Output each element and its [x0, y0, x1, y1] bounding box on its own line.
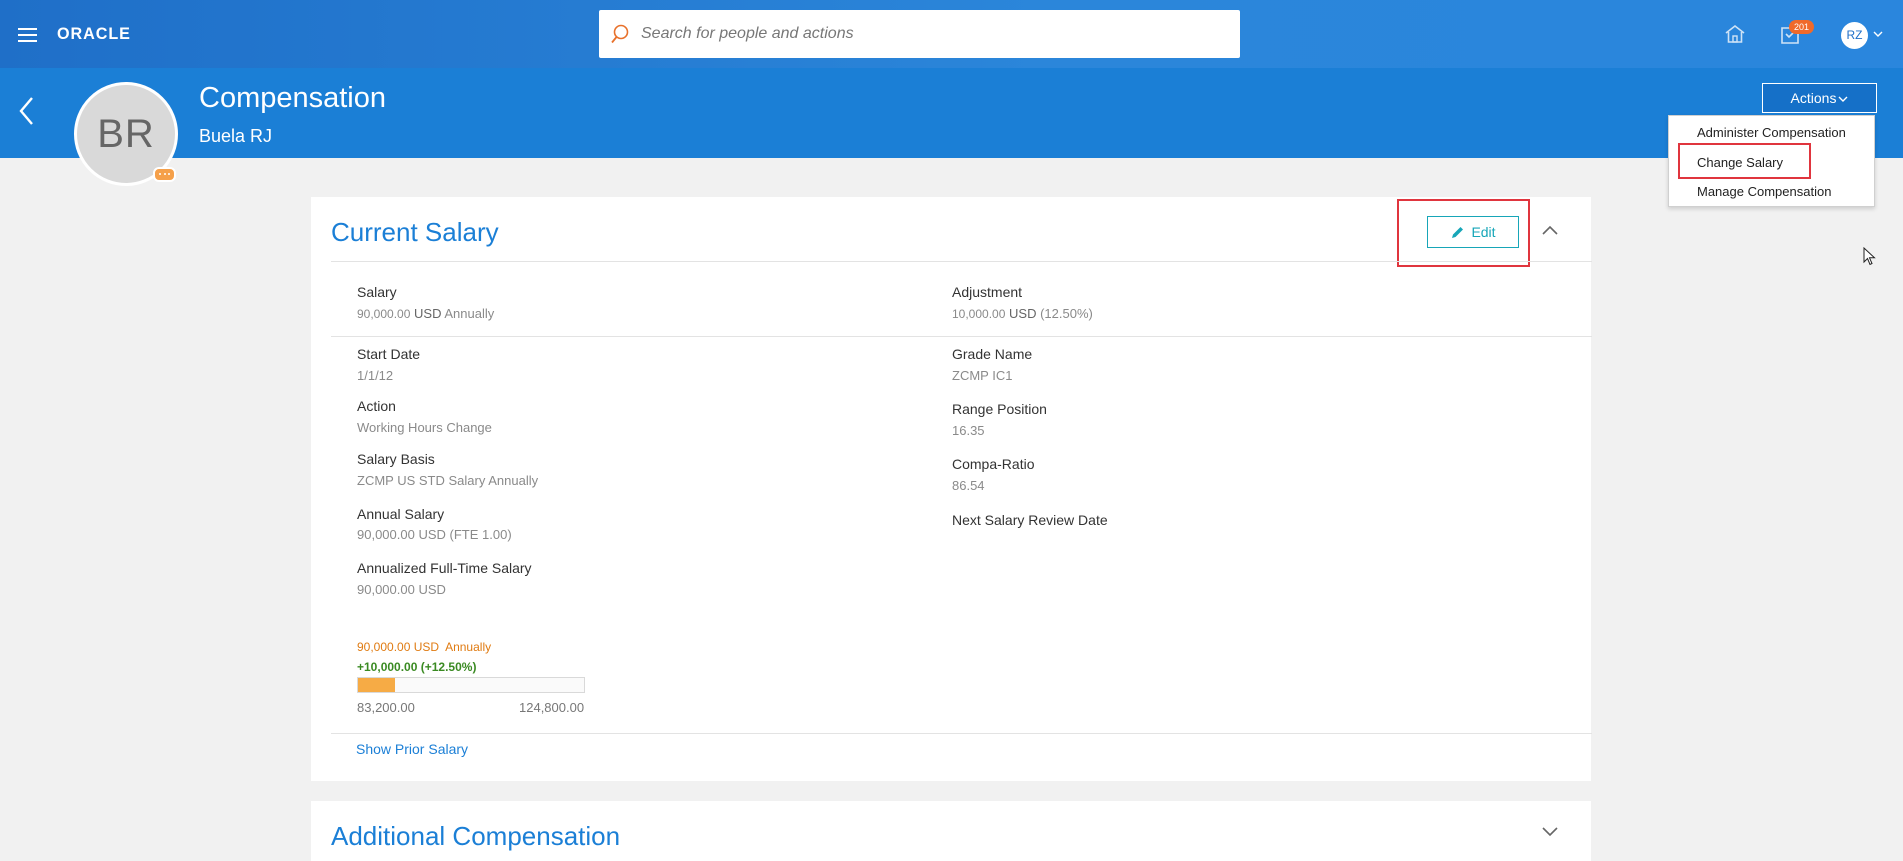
- annualized-salary-suffix: USD: [418, 582, 446, 597]
- chevron-up-icon[interactable]: [1542, 225, 1558, 235]
- annualized-salary-value: 90,000.00 USD: [357, 582, 446, 597]
- action-value: Working Hours Change: [357, 420, 492, 435]
- home-icon[interactable]: [1724, 24, 1746, 44]
- mouse-cursor-icon: [1863, 247, 1876, 266]
- back-arrow-icon[interactable]: [18, 96, 34, 126]
- person-name: Buela RJ: [199, 126, 273, 146]
- edit-button[interactable]: Edit: [1427, 216, 1519, 248]
- change-salary-highlight: [1678, 143, 1811, 179]
- menu-item-administer-compensation[interactable]: Administer Compensation: [1697, 125, 1846, 140]
- annualized-salary-amount: 90,000.00: [357, 582, 415, 597]
- grade-name-label: Grade Name: [952, 346, 1033, 362]
- compa-ratio-value: 86.54: [952, 478, 985, 493]
- range-position-value: 16.35: [952, 423, 985, 438]
- adjustment-value: 10,000.00 USD (12.50%): [952, 306, 1093, 321]
- grade-name-value: ZCMP IC1: [952, 368, 1013, 383]
- range-position-label: Range Position: [952, 401, 1047, 417]
- chevron-down-icon[interactable]: [1873, 31, 1883, 38]
- salary-value: 90,000.00 USD Annually: [357, 306, 494, 321]
- divider: [331, 336, 1592, 337]
- divider: [331, 261, 1592, 262]
- start-date-label: Start Date: [357, 346, 421, 362]
- salary-range-bar: [357, 677, 585, 693]
- range-current-suffix: USD Annually: [413, 640, 492, 654]
- range-current-amount: 90,000.00: [357, 640, 411, 654]
- global-header: ORACLE 201 RZ: [0, 0, 1903, 68]
- salary-basis-label: Salary Basis: [357, 451, 435, 467]
- current-salary-title: Current Salary: [331, 217, 499, 247]
- adjustment-currency: USD: [1009, 306, 1037, 321]
- annual-salary-label: Annual Salary: [357, 506, 445, 522]
- salary-basis-value: ZCMP US STD Salary Annually: [357, 473, 539, 488]
- range-max-value: 124,800.00: [519, 700, 585, 715]
- edit-button-label: Edit: [1471, 224, 1496, 240]
- current-salary-card: Current Salary Edit Salary 90,000.00 USD…: [311, 197, 1592, 781]
- range-min-value: 83,200.00: [357, 700, 415, 715]
- salary-frequency: Annually: [444, 306, 495, 321]
- range-adjustment: +10,000.00 (+12.50%): [357, 660, 476, 674]
- chevron-down-icon[interactable]: [1542, 827, 1558, 837]
- salary-amount: 90,000.00: [357, 307, 411, 321]
- chevron-down-icon: [1838, 96, 1848, 102]
- actions-button[interactable]: Actions: [1762, 83, 1877, 113]
- range-current-salary: 90,000.00 USD Annually: [357, 640, 491, 654]
- user-avatar[interactable]: RZ: [1841, 22, 1868, 49]
- start-date-value: 1/1/12: [357, 368, 394, 383]
- menu-item-manage-compensation[interactable]: Manage Compensation: [1697, 184, 1831, 199]
- search-icon: [611, 24, 629, 44]
- range-adjustment-percent: (+12.50%): [420, 660, 477, 674]
- oracle-logo: ORACLE: [57, 24, 131, 43]
- annual-salary-amount: 90,000.00: [357, 527, 415, 542]
- adjustment-amount: 10,000.00: [952, 307, 1006, 321]
- show-prior-salary-link[interactable]: Show Prior Salary: [356, 741, 468, 757]
- actions-button-label: Actions: [1790, 90, 1837, 106]
- annual-salary-suffix: USD (FTE 1.00): [418, 527, 512, 542]
- presence-indicator: [153, 167, 176, 182]
- salary-range-fill: [358, 678, 395, 692]
- pencil-icon: [1452, 226, 1464, 238]
- next-review-date-label: Next Salary Review Date: [952, 512, 1108, 528]
- search-input[interactable]: [639, 24, 1203, 44]
- divider: [331, 733, 1592, 734]
- page-title: Compensation: [199, 82, 386, 114]
- additional-compensation-title: Additional Compensation: [331, 821, 621, 851]
- navigator-menu-icon[interactable]: [18, 28, 37, 42]
- range-adjustment-amount: +10,000.00: [357, 660, 418, 674]
- annual-salary-value: 90,000.00 USD (FTE 1.00): [357, 527, 512, 542]
- annualized-salary-label: Annualized Full-Time Salary: [357, 560, 532, 576]
- compa-ratio-label: Compa-Ratio: [952, 456, 1035, 472]
- adjustment-percent: (12.50%): [1040, 306, 1093, 321]
- action-label: Action: [357, 398, 396, 414]
- salary-currency: USD: [414, 306, 442, 321]
- adjustment-label: Adjustment: [952, 284, 1023, 300]
- salary-label: Salary: [357, 284, 397, 300]
- search-bar[interactable]: [599, 10, 1240, 58]
- additional-compensation-card: Additional Compensation: [311, 801, 1591, 861]
- notification-count-badge: 201: [1789, 20, 1815, 34]
